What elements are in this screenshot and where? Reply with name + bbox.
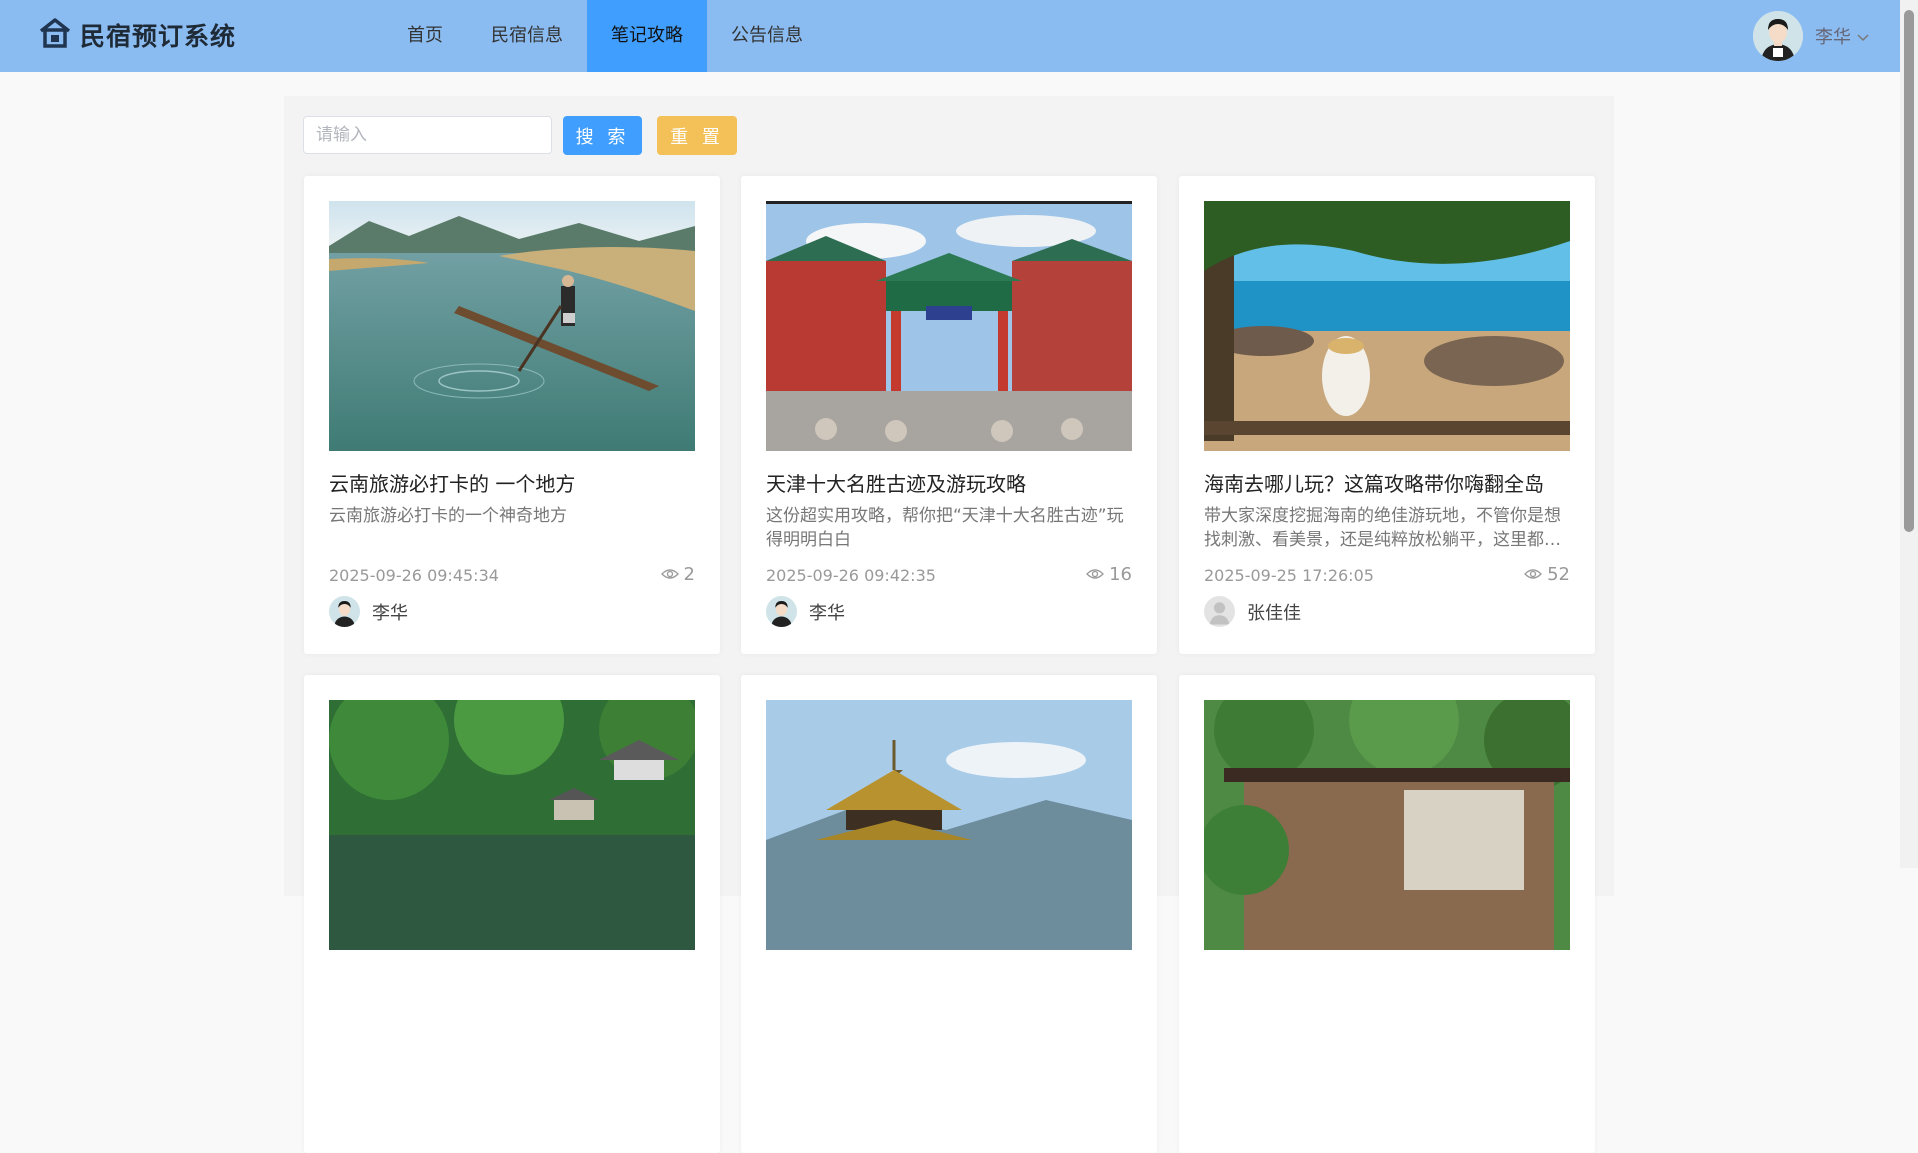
view-count: 52 [1524, 564, 1570, 585]
top-navbar: 民宿预订系统 首页 民宿信息 笔记攻略 公告信息 李华 [0, 0, 1900, 72]
note-date: 2025-09-26 09:45:34 [329, 566, 499, 585]
note-card[interactable]: 云南旅游必打卡的 一个地方 云南旅游必打卡的一个神奇地方 2025-09-26 … [304, 176, 720, 654]
note-card[interactable]: 海南去哪儿玩？这篇攻略带你嗨翻全岛 带大家深度挖掘海南的绝佳游玩地，不管你是想找… [1179, 176, 1595, 654]
note-image [766, 201, 1132, 451]
eye-icon [1086, 564, 1109, 585]
note-author[interactable]: 张佳佳 [1204, 596, 1301, 627]
note-image [329, 700, 695, 950]
view-count-value: 52 [1547, 564, 1570, 585]
scrollbar-thumb[interactable] [1904, 10, 1914, 532]
note-author[interactable]: 李华 [766, 596, 845, 627]
author-name: 李华 [809, 602, 845, 624]
nav-travel-notes[interactable]: 笔记攻略 [587, 0, 707, 72]
note-author[interactable]: 李华 [329, 596, 408, 627]
note-card[interactable] [1179, 675, 1595, 1153]
search-input[interactable] [303, 116, 552, 154]
nav-announcements[interactable]: 公告信息 [707, 0, 827, 72]
eye-icon [1524, 564, 1547, 585]
house-logo-icon [38, 16, 72, 54]
view-count-value: 16 [1109, 564, 1132, 585]
note-title[interactable]: 天津十大名胜古迹及游玩攻略 [766, 468, 1026, 497]
avatar [1753, 11, 1803, 61]
chevron-down-icon [1857, 27, 1869, 46]
view-count-value: 2 [683, 564, 695, 585]
avatar [329, 596, 360, 627]
view-count: 16 [1086, 564, 1132, 585]
nav-homestay-info[interactable]: 民宿信息 [467, 0, 587, 72]
note-card[interactable] [741, 675, 1157, 1153]
reset-button[interactable]: 重 置 [657, 116, 737, 155]
view-count: 2 [660, 564, 695, 585]
user-menu[interactable]: 李华 [1753, 11, 1869, 61]
page-scrollbar[interactable] [1900, 0, 1918, 868]
note-image [329, 201, 695, 451]
eye-icon [660, 564, 684, 585]
author-name: 张佳佳 [1247, 602, 1301, 624]
note-image [766, 700, 1132, 950]
note-image [1204, 201, 1570, 451]
note-card[interactable] [304, 675, 720, 1153]
note-card[interactable]: 天津十大名胜古迹及游玩攻略 这份超实用攻略，帮你把“天津十大名胜古迹”玩得明明白… [741, 176, 1157, 654]
main-nav: 首页 民宿信息 笔记攻略 公告信息 [383, 0, 827, 72]
author-name: 李华 [372, 602, 408, 624]
note-title[interactable]: 海南去哪儿玩？这篇攻略带你嗨翻全岛 [1204, 468, 1544, 497]
note-date: 2025-09-25 17:26:05 [1204, 566, 1374, 585]
app-title: 民宿预订系统 [80, 22, 237, 51]
avatar [1204, 596, 1235, 627]
user-name: 李华 [1815, 27, 1851, 48]
note-image [1204, 700, 1570, 950]
note-date: 2025-09-26 09:42:35 [766, 566, 936, 585]
note-description: 这份超实用攻略，帮你把“天津十大名胜古迹”玩得明明白白 [766, 506, 1124, 550]
nav-home[interactable]: 首页 [383, 0, 467, 72]
logo[interactable]: 民宿预订系统 [38, 16, 236, 54]
note-description: 云南旅游必打卡的一个神奇地方 [329, 506, 567, 526]
note-title[interactable]: 云南旅游必打卡的 一个地方 [329, 468, 575, 497]
avatar [766, 596, 797, 627]
search-button[interactable]: 搜 索 [563, 116, 642, 155]
note-description: 带大家深度挖掘海南的绝佳游玩地，不管你是想找刺激、看美景，还是纯粹放松躺平，这里… [1204, 506, 1561, 550]
